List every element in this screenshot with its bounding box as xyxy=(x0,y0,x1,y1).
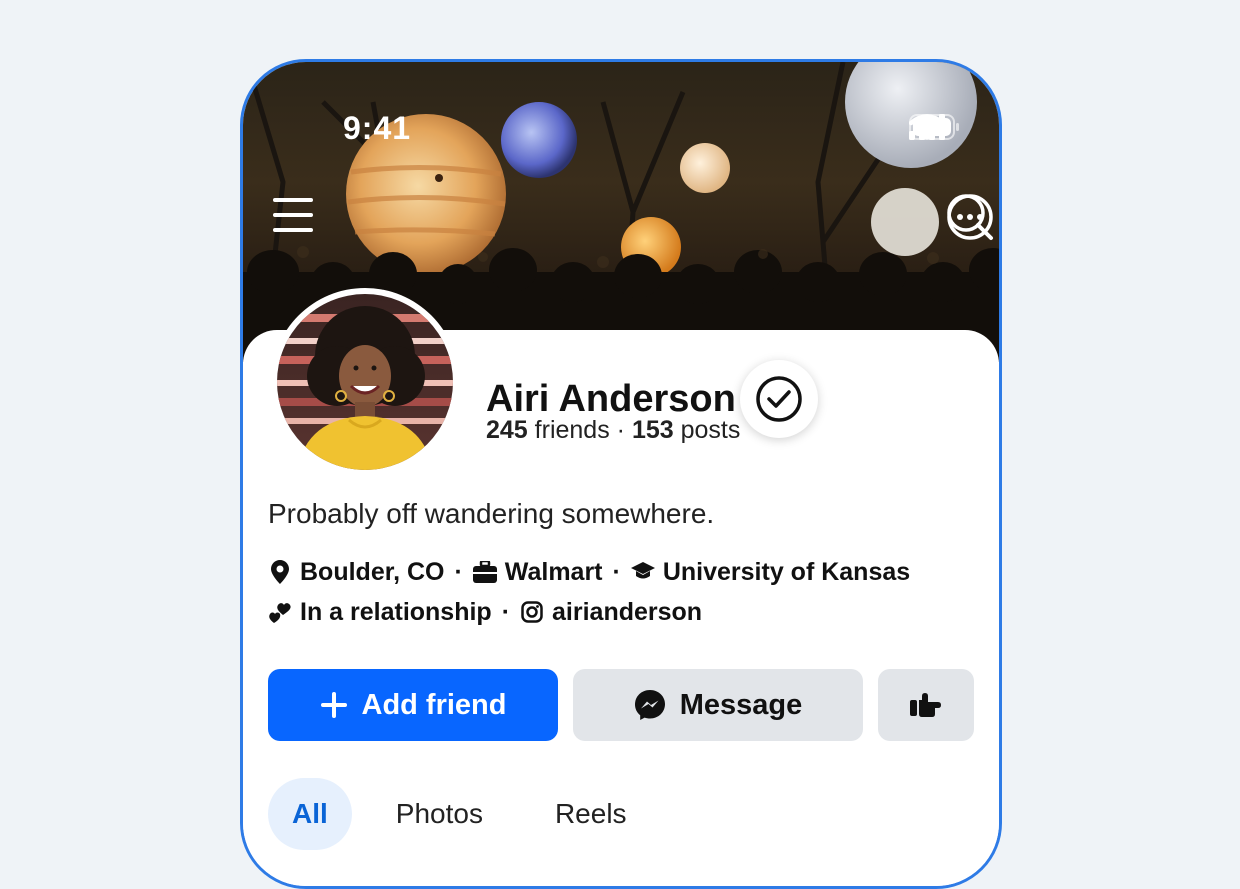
tab-photos[interactable]: Photos xyxy=(360,778,519,850)
hearts-icon xyxy=(268,601,292,623)
friends-label[interactable]: friends xyxy=(535,416,610,444)
location-text: Boulder, CO xyxy=(300,557,445,586)
education-text[interactable]: University of Kansas xyxy=(663,558,910,587)
profile-name: Airi Anderson xyxy=(486,377,736,420)
profile-details: Boulder, CO · Walmart · University of Ka… xyxy=(268,552,910,632)
stats-separator: · xyxy=(616,416,625,444)
details-line-1: Boulder, CO · Walmart · University of Ka… xyxy=(268,552,910,592)
instagram-icon xyxy=(520,601,544,623)
verified-icon xyxy=(756,376,802,422)
verified-badge[interactable] xyxy=(739,360,818,438)
tab-all[interactable]: All xyxy=(268,778,352,850)
posts-count: 153 xyxy=(631,416,674,444)
briefcase-icon xyxy=(472,561,497,583)
message-button[interactable]: Message xyxy=(573,669,863,741)
relationship-text: In a relationship xyxy=(300,597,492,626)
menu-icon xyxy=(273,198,313,232)
messenger-icon xyxy=(634,690,665,720)
status-time: 9:41 xyxy=(343,110,412,146)
search-icon xyxy=(947,194,993,240)
tab-reels[interactable]: Reels xyxy=(519,778,663,850)
friends-count: 245 xyxy=(486,416,528,444)
profile-bio: Probably off wandering somewhere. xyxy=(268,498,715,529)
details-separator: · xyxy=(454,557,463,586)
plus-icon xyxy=(320,692,347,718)
location-icon xyxy=(268,560,292,584)
add-friend-label: Add friend xyxy=(361,688,507,721)
message-label: Message xyxy=(679,688,803,721)
details-separator: · xyxy=(612,557,621,586)
poke-button[interactable] xyxy=(878,669,974,741)
posts-label: posts xyxy=(680,416,741,444)
graduation-cap-icon xyxy=(630,562,655,582)
details-separator: · xyxy=(501,597,511,626)
profile-tabs: All Photos Reels xyxy=(268,778,663,850)
profile-stats: 245 friends · 153 posts xyxy=(486,416,740,445)
work-text[interactable]: Walmart xyxy=(505,558,603,587)
instagram-handle[interactable]: airianderson xyxy=(552,598,702,627)
avatar[interactable] xyxy=(277,294,453,470)
poke-hand-icon xyxy=(910,693,941,717)
phone-frame: 9:41 Airi Anderson 245 friends · 153 pos… xyxy=(240,59,1002,889)
details-line-2: In a relationship · airianderson xyxy=(268,592,910,632)
add-friend-button[interactable]: Add friend xyxy=(268,669,558,741)
